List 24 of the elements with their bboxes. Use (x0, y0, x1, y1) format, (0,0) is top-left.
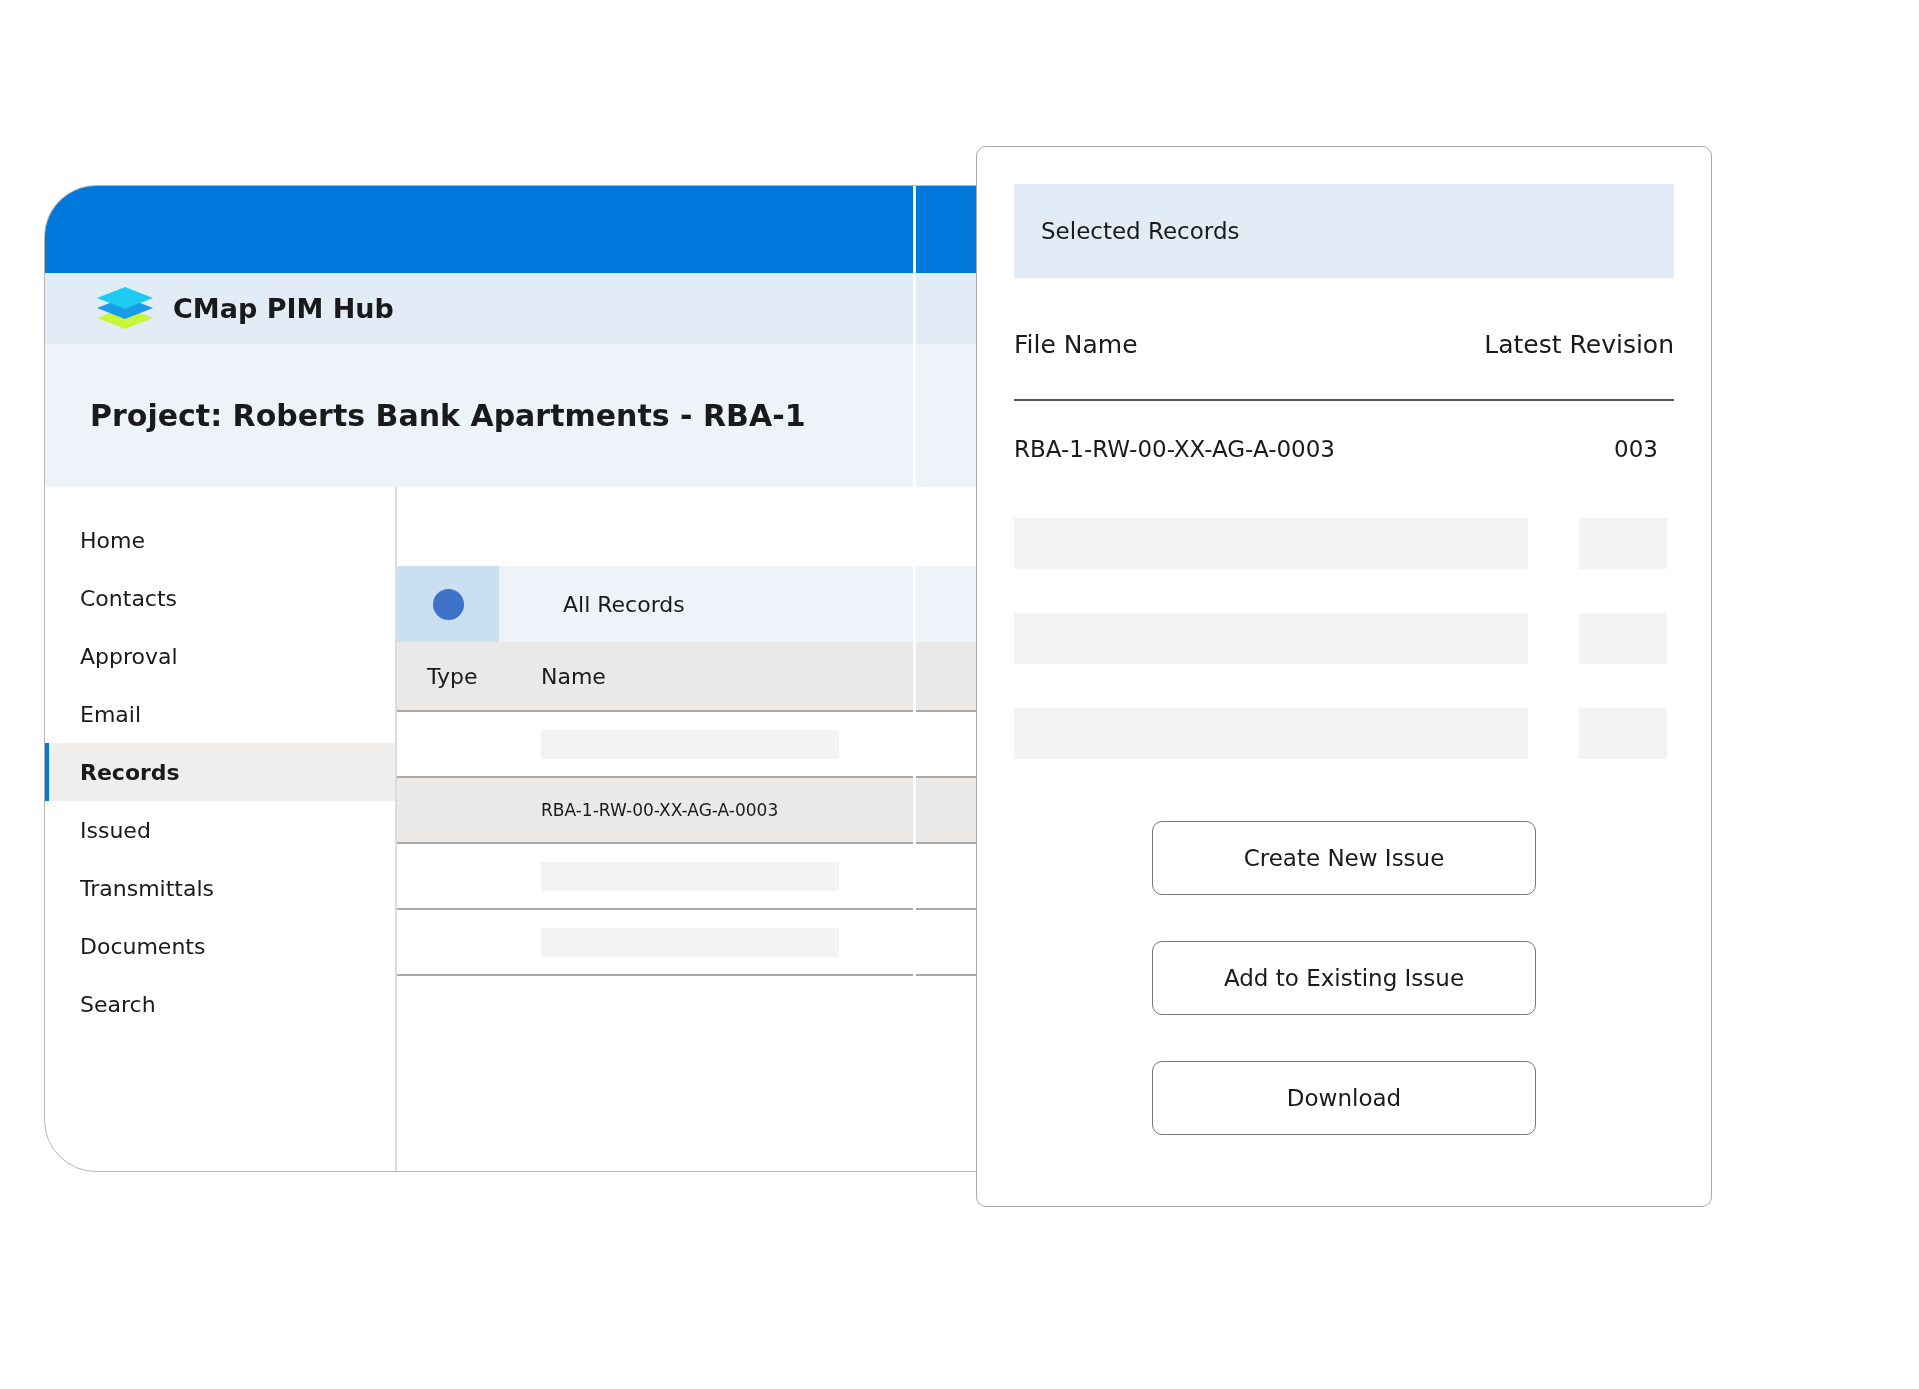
column-header: File Name (1014, 330, 1138, 359)
sidebar-item[interactable]: Issued (45, 801, 395, 859)
action-button[interactable]: Download (1152, 1061, 1536, 1135)
sidebar-item[interactable]: Records (45, 743, 395, 801)
sidebar-item[interactable]: Documents (45, 917, 395, 975)
sidebar-item[interactable]: Home (45, 511, 395, 569)
sidebar-item[interactable]: Approval (45, 627, 395, 685)
column-header: Name (541, 663, 606, 689)
file-name: RBA-1-RW-00-XX-AG-A-0003 (1014, 435, 1335, 462)
panel-title: Selected Records (1041, 218, 1240, 244)
dot-icon (432, 588, 464, 620)
sidebar-item[interactable]: Email (45, 685, 395, 743)
project-title: Project: Roberts Bank Apartments - RBA-1 (90, 398, 806, 433)
revision: 003 (1614, 435, 1659, 462)
sidebar-item[interactable]: Contacts (45, 569, 395, 627)
column-header: Latest Revision (1484, 330, 1674, 359)
sidebar-item[interactable]: Transmittals (45, 859, 395, 917)
sidebar-item[interactable]: Search (45, 975, 395, 1033)
action-button[interactable]: Create New Issue (1152, 821, 1536, 895)
table-cell: RBA-1-RW-00-XX-AG-A-0003 (541, 800, 779, 820)
table-row[interactable]: RBA-1-RW-00-XX-AG-A-0003 (397, 778, 976, 844)
column-header: Type (426, 663, 479, 689)
app-name: CMap PIM Hub (173, 293, 394, 324)
action-button[interactable]: Add to Existing Issue (1152, 941, 1536, 1015)
